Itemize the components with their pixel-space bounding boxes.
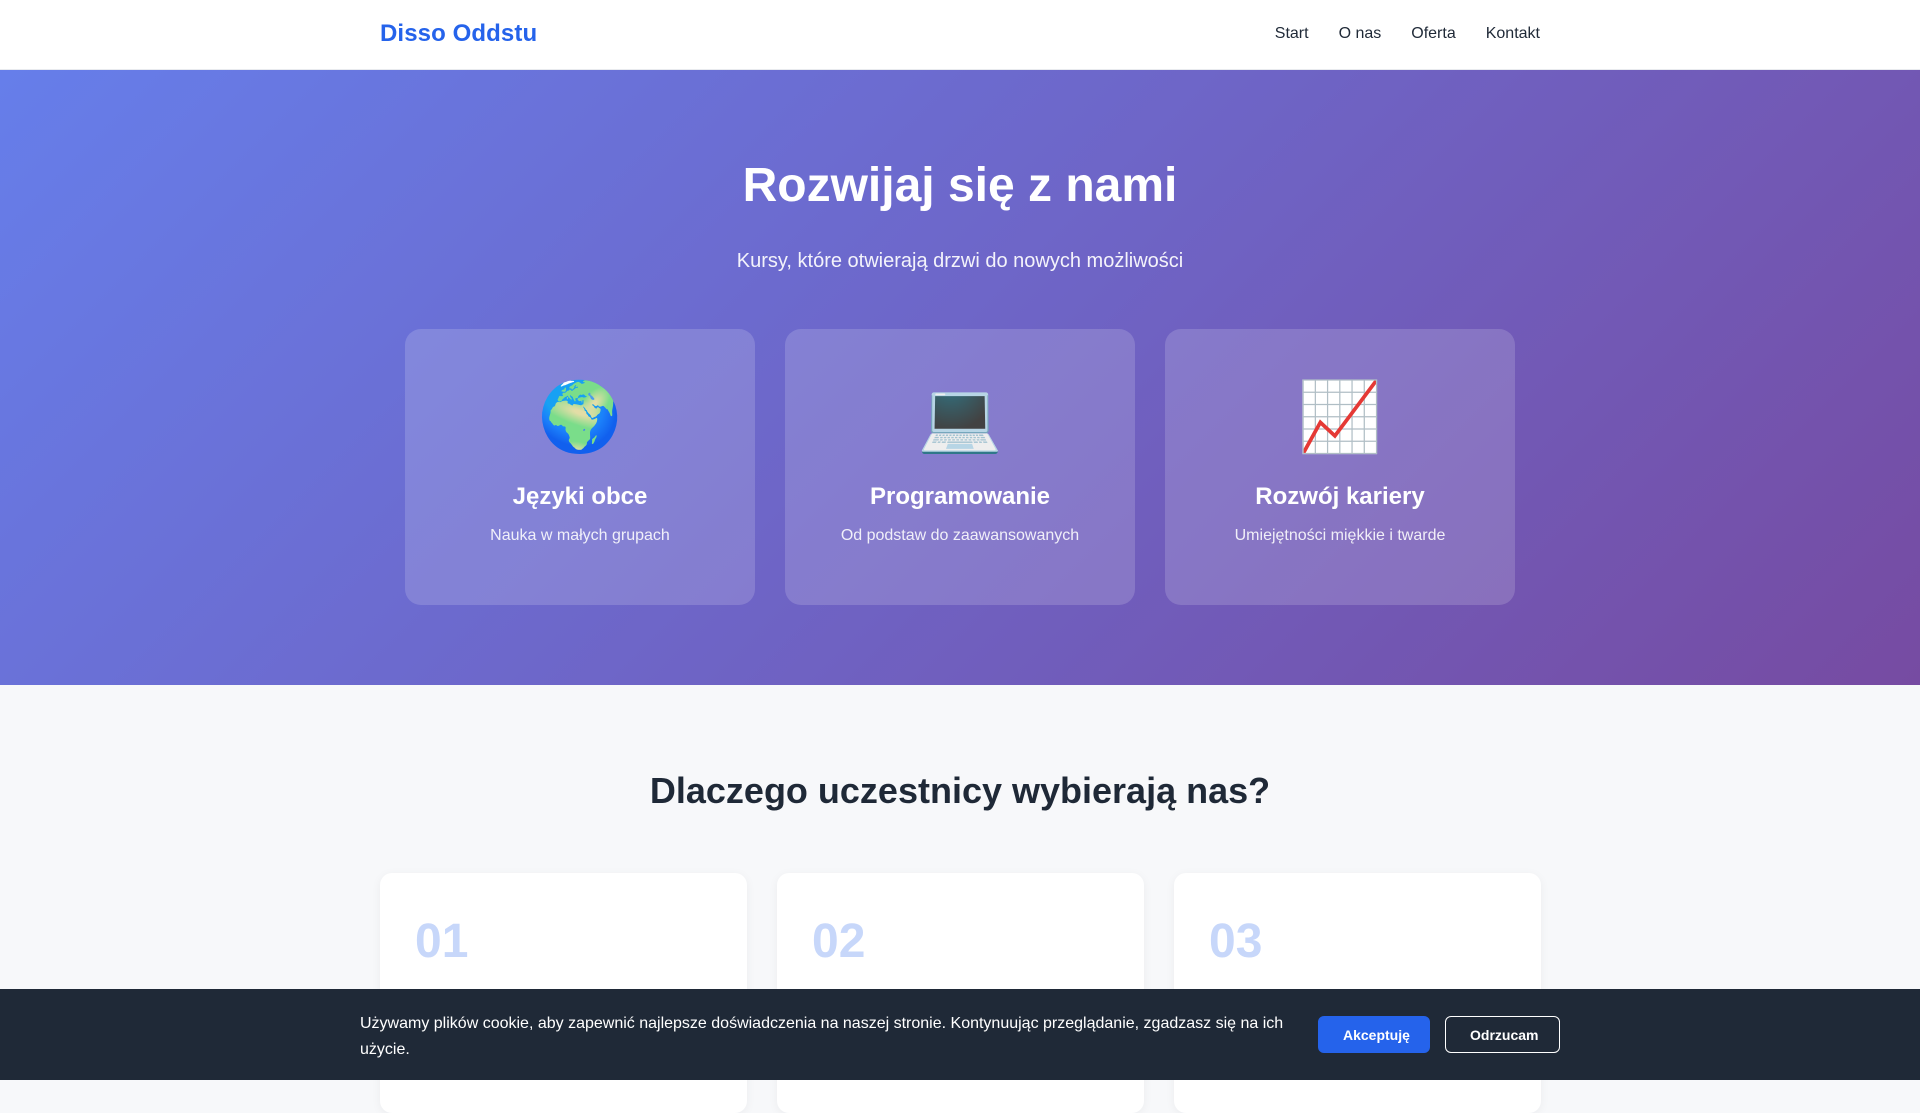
feature-number: 01 xyxy=(415,915,469,968)
course-card-title: Programowanie xyxy=(869,483,1051,510)
cookie-banner: Używamy plików cookie, aby zapewnić najl… xyxy=(0,989,1920,1080)
brand-logo[interactable]: Disso Oddstu xyxy=(380,20,537,48)
cookie-message: Używamy plików cookie, aby zapewnić najl… xyxy=(360,1015,1284,1058)
nav-link-oferta[interactable]: Oferta xyxy=(1411,25,1455,43)
section-title: Dlaczego uczestnicy wybierają nas? xyxy=(649,770,1271,811)
accept-cookies-button[interactable]: Akceptuję xyxy=(1318,1016,1430,1053)
course-card-career[interactable]: 📈 Rozwój kariery Umiejętności miękkie i … xyxy=(1165,329,1515,605)
nav-link-start[interactable]: Start xyxy=(1275,25,1309,43)
laptop-icon: 💻 xyxy=(917,379,1003,455)
course-card-description: Od podstaw do zaawansowanych xyxy=(840,527,1080,544)
feature-number: 03 xyxy=(1209,915,1263,968)
main-nav: Start O nas Oferta Kontakt xyxy=(1275,25,1540,43)
course-card-title: Języki obce xyxy=(512,483,648,510)
globe-icon: 🌍 xyxy=(537,379,623,455)
course-card-title: Rozwój kariery xyxy=(1255,483,1425,510)
reject-cookies-button[interactable]: Odrzucam xyxy=(1445,1016,1560,1053)
chart-increasing-icon: 📈 xyxy=(1297,379,1383,455)
course-card-description: Umiejętności miękkie i twarde xyxy=(1234,527,1446,544)
site-header: Disso Oddstu Start O nas Oferta Kontakt xyxy=(0,0,1920,70)
course-card-languages[interactable]: 🌍 Języki obce Nauka w małych grupach xyxy=(405,329,755,605)
feature-number: 02 xyxy=(812,915,866,968)
course-card-programming[interactable]: 💻 Programowanie Od podstaw do zaawansowa… xyxy=(785,329,1135,605)
hero-section: Rozwijaj się z nami Kursy, które otwiera… xyxy=(0,70,1920,685)
course-cards: 🌍 Języki obce Nauka w małych grupach 💻 P… xyxy=(405,329,1515,605)
hero-title: Rozwijaj się z nami xyxy=(742,159,1178,212)
cookie-actions: Akceptuję Odrzucam xyxy=(1318,1016,1560,1053)
hero-subtitle: Kursy, które otwierają drzwi do nowych m… xyxy=(736,250,1184,272)
nav-link-kontakt[interactable]: Kontakt xyxy=(1486,25,1540,43)
nav-link-o-nas[interactable]: O nas xyxy=(1339,25,1382,43)
course-card-description: Nauka w małych grupach xyxy=(490,527,670,544)
